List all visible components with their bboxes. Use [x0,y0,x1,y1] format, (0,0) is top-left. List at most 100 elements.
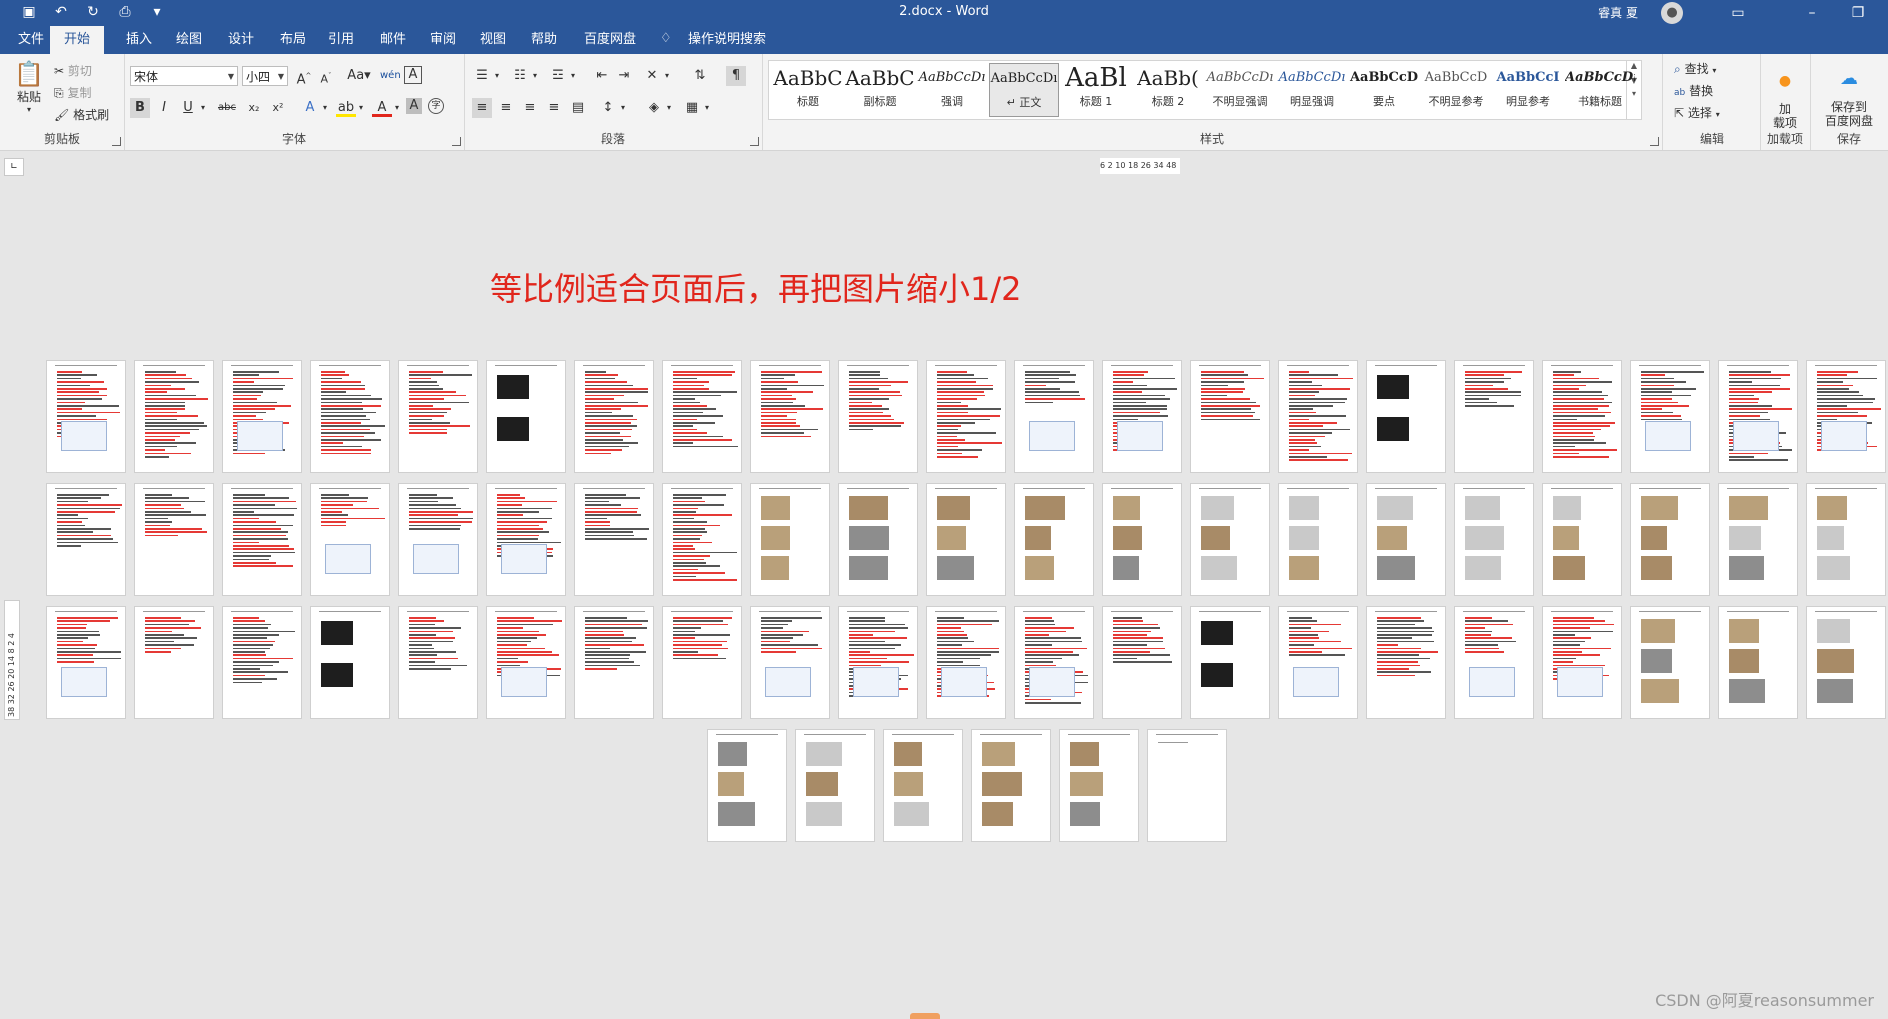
page-thumbnail[interactable] [1806,483,1886,596]
page-thumbnail[interactable] [1454,483,1534,596]
tab-10[interactable]: 帮助 [529,26,559,54]
grow-font-button[interactable]: A^ [294,66,314,87]
justify-icon[interactable]: ≡ [544,98,564,118]
chinese-layout-icon[interactable]: ✕ [642,66,662,86]
chevron-down-icon[interactable]: ▾ [320,98,330,118]
page-thumbnail[interactable] [1366,360,1446,473]
page-thumbnail[interactable] [750,360,830,473]
page-thumbnail[interactable] [1718,360,1798,473]
strikethrough-button[interactable]: abc [214,98,240,118]
multilevel-list-icon[interactable]: ☲ [548,66,568,86]
chevron-down-icon[interactable]: ▾ [662,66,672,86]
style-item[interactable]: AaBl 标题 1 [1061,63,1131,117]
page-thumbnail[interactable] [1278,483,1358,596]
page-thumbnail[interactable] [134,360,214,473]
page-thumbnail[interactable] [926,360,1006,473]
page-thumbnail[interactable] [1630,606,1710,719]
page-thumbnail[interactable] [46,483,126,596]
page-thumbnail[interactable] [1102,360,1182,473]
page-thumbnail[interactable] [838,606,918,719]
chevron-down-icon[interactable]: ▾ [664,98,674,118]
distributed-icon[interactable]: ▤ [568,98,588,118]
page-thumbnail[interactable] [971,729,1051,842]
page-thumbnail[interactable] [1806,606,1886,719]
page-thumbnail[interactable] [662,606,742,719]
line-spacing-icon[interactable]: ↕ [598,98,618,118]
page-thumbnail[interactable] [1102,483,1182,596]
page-thumbnail[interactable] [750,606,830,719]
page-thumbnail[interactable] [707,729,787,842]
character-shading-button[interactable]: A [406,98,422,114]
user-name[interactable]: 睿真 夏 [1598,4,1638,21]
replace-button[interactable]: ab 替换 [1674,82,1713,99]
style-item[interactable]: AaBbC 副标题 [845,63,915,117]
page-thumbnail[interactable] [1630,360,1710,473]
page-thumbnail[interactable] [662,360,742,473]
page-thumbnail[interactable] [398,360,478,473]
page-thumbnail[interactable] [486,360,566,473]
decrease-indent-icon[interactable]: ⇤ [592,66,612,86]
page-thumbnail[interactable] [574,606,654,719]
horizontal-ruler[interactable]: 6 2 10 18 26 34 48 [1100,158,1180,174]
style-item[interactable]: AaBbCcI 明显参考 [1493,63,1563,117]
page-thumbnail[interactable] [838,360,918,473]
tab-4[interactable]: 设计 [226,26,256,54]
ribbon-display-icon[interactable]: ▭ [1718,0,1758,26]
page-thumbnail[interactable] [795,729,875,842]
select-button[interactable]: ⇱ 选择 ▾ [1674,104,1720,121]
page-thumbnail[interactable] [486,606,566,719]
page-thumbnail[interactable] [1278,360,1358,473]
page-thumbnail[interactable] [1542,606,1622,719]
chevron-down-icon[interactable]: ▾ [530,66,540,86]
clipboard-launcher-icon[interactable] [112,137,121,146]
paragraph-launcher-icon[interactable] [750,137,759,146]
chevron-down-icon[interactable]: ▾ [356,98,366,118]
increase-indent-icon[interactable]: ⇥ [614,66,634,86]
tab-6[interactable]: 引用 [326,26,356,54]
subscript-button[interactable]: x₂ [244,98,264,118]
page-thumbnail[interactable] [310,606,390,719]
sort-icon[interactable]: ⇅ [690,66,710,86]
style-item[interactable]: AaBb(标题 2 [1133,63,1203,117]
page-thumbnail[interactable] [662,483,742,596]
page-thumbnail[interactable] [1454,606,1534,719]
tab-1[interactable]: 开始 [50,26,105,54]
page-thumbnail[interactable] [1147,729,1227,842]
chevron-down-icon[interactable]: ▾ [618,98,628,118]
page-thumbnail[interactable] [838,483,918,596]
vertical-ruler[interactable]: 38 32 26 20 14 8 2 4 [4,600,20,720]
tab-3[interactable]: 绘图 [174,26,204,54]
page-thumbnail[interactable] [883,729,963,842]
tab-0[interactable]: 文件 [16,26,46,54]
page-thumbnail[interactable] [222,360,302,473]
page-thumbnail[interactable] [310,483,390,596]
align-center-icon[interactable]: ≡ [496,98,516,118]
font-name-box[interactable]: 宋体 ▼ [130,66,238,86]
style-item[interactable]: AaBbCcDı 不明显强调 [1205,63,1275,117]
chevron-down-icon[interactable]: ▾ [492,66,502,86]
restore-icon[interactable]: ❐ [1838,0,1878,26]
page-thumbnail[interactable] [1718,606,1798,719]
paste-button[interactable]: 📋 粘贴 ▾ [12,60,46,114]
font-color-icon[interactable]: A [372,98,392,117]
page-thumbnail[interactable] [574,483,654,596]
copy-button[interactable]: ⎘ 复制 [54,84,91,101]
numbering-icon[interactable]: ☷ [510,66,530,86]
shading-icon[interactable]: ◈ [644,98,664,118]
chevron-down-icon[interactable]: ▾ [702,98,712,118]
bullets-icon[interactable]: ☰ [472,66,492,86]
superscript-button[interactable]: x² [268,98,288,118]
page-thumbnail[interactable] [1190,483,1270,596]
style-item[interactable]: AaBbCcD 不明显参考 [1421,63,1491,117]
tell-me-search[interactable]: 操作说明搜索 [686,26,768,54]
page-thumbnail[interactable] [1718,483,1798,596]
tab-8[interactable]: 审阅 [428,26,458,54]
page-thumbnail[interactable] [310,360,390,473]
chevron-down-icon[interactable]: ▾ [198,98,208,118]
page-thumbnail[interactable] [1806,360,1886,473]
format-painter-button[interactable]: 🖌 格式刷 [54,106,109,123]
style-item[interactable]: AaBbCcDı 明显强调 [1277,63,1347,117]
shrink-font-button[interactable]: Aˇ [316,66,336,86]
page-thumbnail[interactable] [1542,360,1622,473]
page-thumbnail[interactable] [926,606,1006,719]
